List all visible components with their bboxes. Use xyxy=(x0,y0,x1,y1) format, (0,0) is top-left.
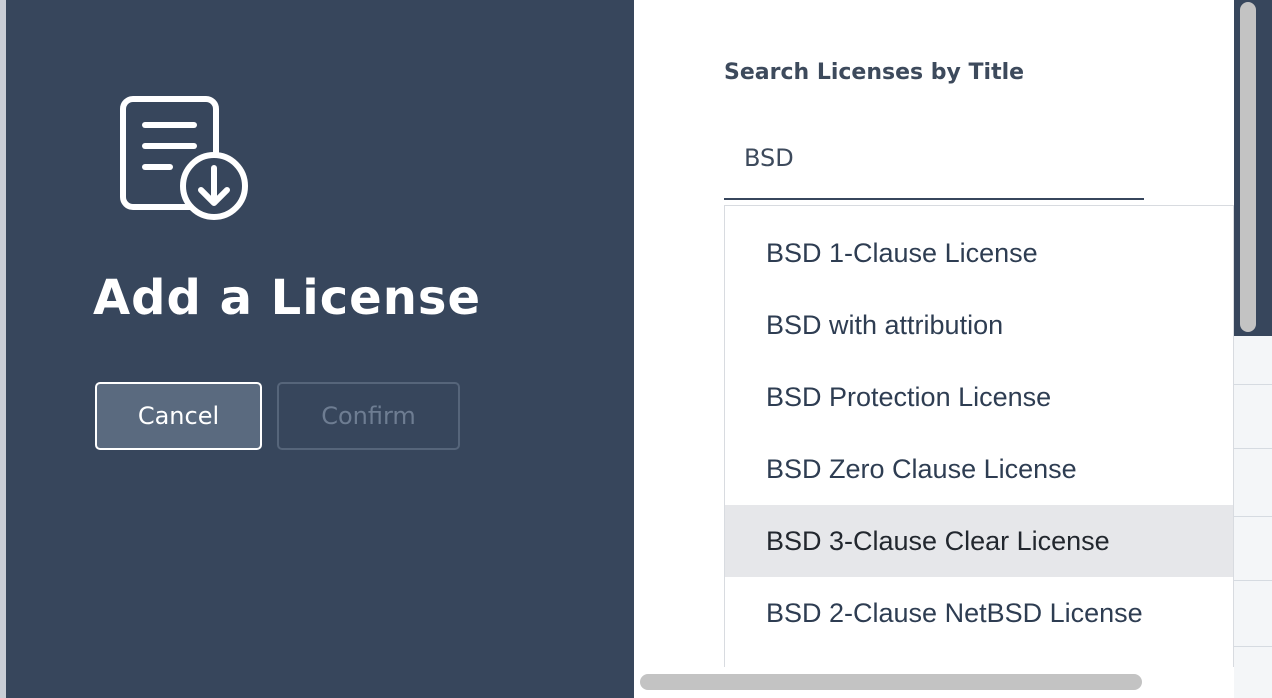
document-download-icon xyxy=(118,92,252,226)
license-option[interactable]: BSD 3-Clause Clear License xyxy=(725,505,1233,577)
search-label: Search Licenses by Title xyxy=(724,60,1025,85)
dialog-title: Add a License xyxy=(93,270,482,326)
dialog-sidebar: Add a License Cancel Confirm xyxy=(6,0,634,698)
vertical-scrollbar[interactable] xyxy=(1234,0,1256,670)
horizontal-scrollbar[interactable] xyxy=(634,670,1234,694)
cancel-button[interactable]: Cancel xyxy=(95,382,262,450)
license-option[interactable]: BSD 1-Clause License xyxy=(725,217,1233,289)
license-option[interactable]: BSD Zero Clause License xyxy=(725,433,1233,505)
horizontal-scrollbar-thumb[interactable] xyxy=(640,674,1142,690)
license-results-list: BSD 1-Clause License BSD with attribution… xyxy=(724,205,1234,667)
license-option[interactable]: BSD Protection License xyxy=(725,361,1233,433)
license-option[interactable]: BSD with attribution xyxy=(725,289,1233,361)
vertical-scrollbar-thumb[interactable] xyxy=(1240,2,1256,332)
license-option[interactable]: BSD 2-Clause NetBSD License xyxy=(725,577,1233,649)
dialog-content: Search Licenses by Title BSD 1-Clause Li… xyxy=(634,0,1234,698)
search-input[interactable] xyxy=(724,118,1144,200)
confirm-button[interactable]: Confirm xyxy=(277,382,460,450)
